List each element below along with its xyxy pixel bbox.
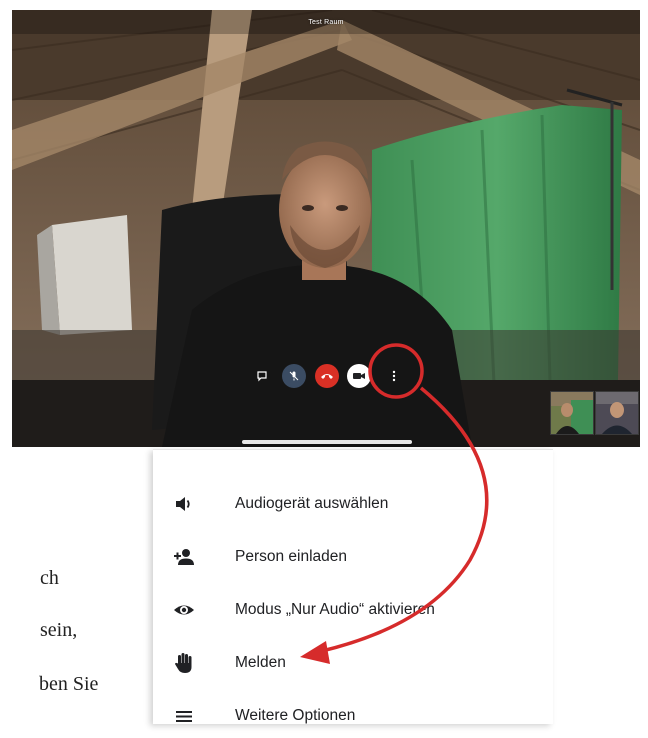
menu-lines-icon	[171, 703, 197, 729]
call-controls	[12, 360, 640, 390]
hang-up-button[interactable]	[315, 364, 339, 388]
chat-button[interactable]	[250, 364, 274, 388]
menu-item-select-audio-device[interactable]: Audiogerät auswählen	[153, 482, 553, 526]
page-text-line: ben Sie	[39, 673, 99, 695]
menu-item-more-options[interactable]: Weitere Optionen	[153, 694, 553, 738]
more-options-button[interactable]	[382, 364, 406, 388]
speaker-icon	[171, 491, 197, 517]
hang-up-icon	[321, 374, 333, 379]
menu-item-report[interactable]: Melden	[153, 641, 553, 685]
home-indicator	[242, 440, 412, 444]
menu-item-invite-person[interactable]: Person einladen	[153, 535, 553, 579]
page-text-line: ch	[40, 567, 59, 589]
page-text-line: sein,	[40, 619, 78, 641]
hand-icon	[171, 650, 197, 676]
menu-item-label: Melden	[235, 654, 286, 671]
video-call-screen: Test Raum	[12, 10, 640, 447]
eye-icon	[171, 597, 197, 623]
add-person-icon	[171, 544, 197, 570]
mute-button[interactable]	[282, 364, 306, 388]
mic-off-icon	[289, 371, 299, 381]
camera-button[interactable]	[347, 364, 371, 388]
participant-video	[551, 392, 593, 434]
options-menu: Audiogerät auswählen Person einladen Mod…	[153, 449, 553, 724]
menu-item-label: Person einladen	[235, 548, 348, 565]
self-view-thumbnail[interactable]	[595, 391, 639, 435]
participant-thumbnail[interactable]	[550, 391, 594, 435]
menu-item-label: Audiogerät auswählen	[235, 495, 389, 512]
more-vertical-icon	[392, 370, 396, 382]
camera-icon	[353, 373, 365, 379]
menu-item-label: Modus „Nur Audio“ aktivieren	[235, 601, 435, 618]
chat-icon	[257, 371, 267, 382]
menu-item-label: Weitere Optionen	[235, 707, 356, 724]
self-view-video	[596, 392, 638, 434]
menu-item-audio-only-mode[interactable]: Modus „Nur Audio“ aktivieren	[153, 588, 553, 632]
room-title: Test Raum	[308, 19, 344, 26]
